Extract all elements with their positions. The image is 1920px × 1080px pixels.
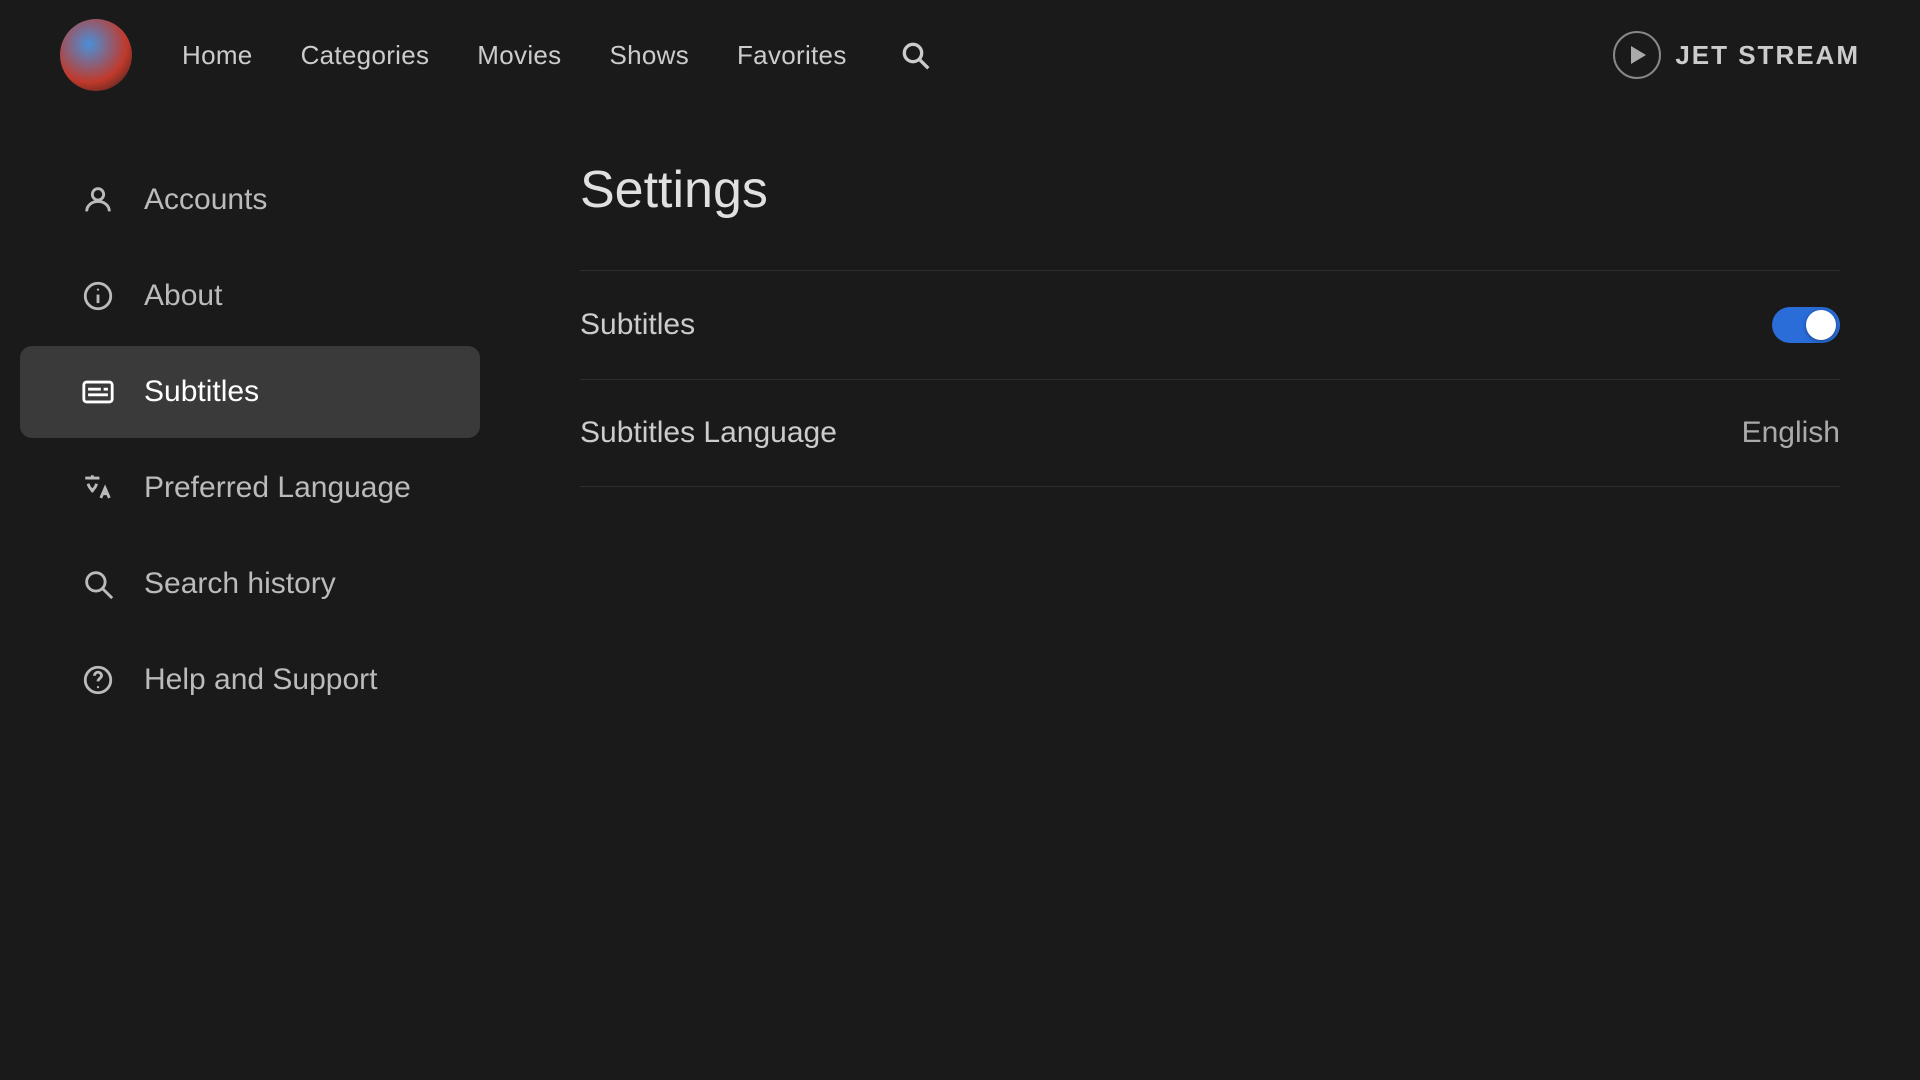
settings-content: Settings Subtitles Subtitles Language En… [500,110,1920,1080]
header: Home Categories Movies Shows Favorites J… [0,0,1920,110]
sidebar-item-help-support[interactable]: Help and Support [20,634,480,726]
sidebar-item-search-history[interactable]: Search history [20,538,480,630]
brand-logo: JET STREAM [1613,31,1860,79]
sidebar-label-accounts: Accounts [144,183,267,217]
nav-home[interactable]: Home [182,40,253,71]
translate-icon [80,470,116,506]
sidebar-label-help-support: Help and Support [144,663,378,697]
nav: Home Categories Movies Shows Favorites [182,35,1613,75]
help-icon [80,662,116,698]
subtitles-label: Subtitles [580,308,695,342]
main-layout: Accounts About Subtitles [0,110,1920,1080]
nav-shows[interactable]: Shows [609,40,689,71]
sidebar-item-about[interactable]: About [20,250,480,342]
subtitles-language-value: English [1742,416,1840,450]
sidebar-label-preferred-language: Preferred Language [144,471,411,505]
avatar[interactable] [60,19,132,91]
settings-title: Settings [580,160,1840,220]
subtitles-language-label: Subtitles Language [580,416,837,450]
sidebar-item-accounts[interactable]: Accounts [20,154,480,246]
subtitles-icon [80,374,116,410]
toggle-knob [1806,310,1836,340]
person-icon [80,182,116,218]
nav-favorites[interactable]: Favorites [737,40,847,71]
sidebar-label-search-history: Search history [144,567,336,601]
sidebar: Accounts About Subtitles [0,110,500,1080]
sidebar-item-preferred-language[interactable]: Preferred Language [20,442,480,534]
sidebar-label-about: About [144,279,222,313]
info-icon [80,278,116,314]
nav-movies[interactable]: Movies [477,40,561,71]
search-icon [899,39,931,71]
brand-name: JET STREAM [1675,40,1860,71]
sidebar-item-subtitles[interactable]: Subtitles [20,346,480,438]
search-button[interactable] [895,35,935,75]
brand-play-icon [1613,31,1661,79]
sidebar-label-subtitles: Subtitles [144,375,259,409]
play-triangle [1631,46,1646,64]
settings-row-subtitles-language[interactable]: Subtitles Language English [580,380,1840,487]
nav-categories[interactable]: Categories [301,40,430,71]
search-history-icon [80,566,116,602]
settings-row-subtitles: Subtitles [580,270,1840,380]
subtitles-toggle[interactable] [1772,307,1840,343]
